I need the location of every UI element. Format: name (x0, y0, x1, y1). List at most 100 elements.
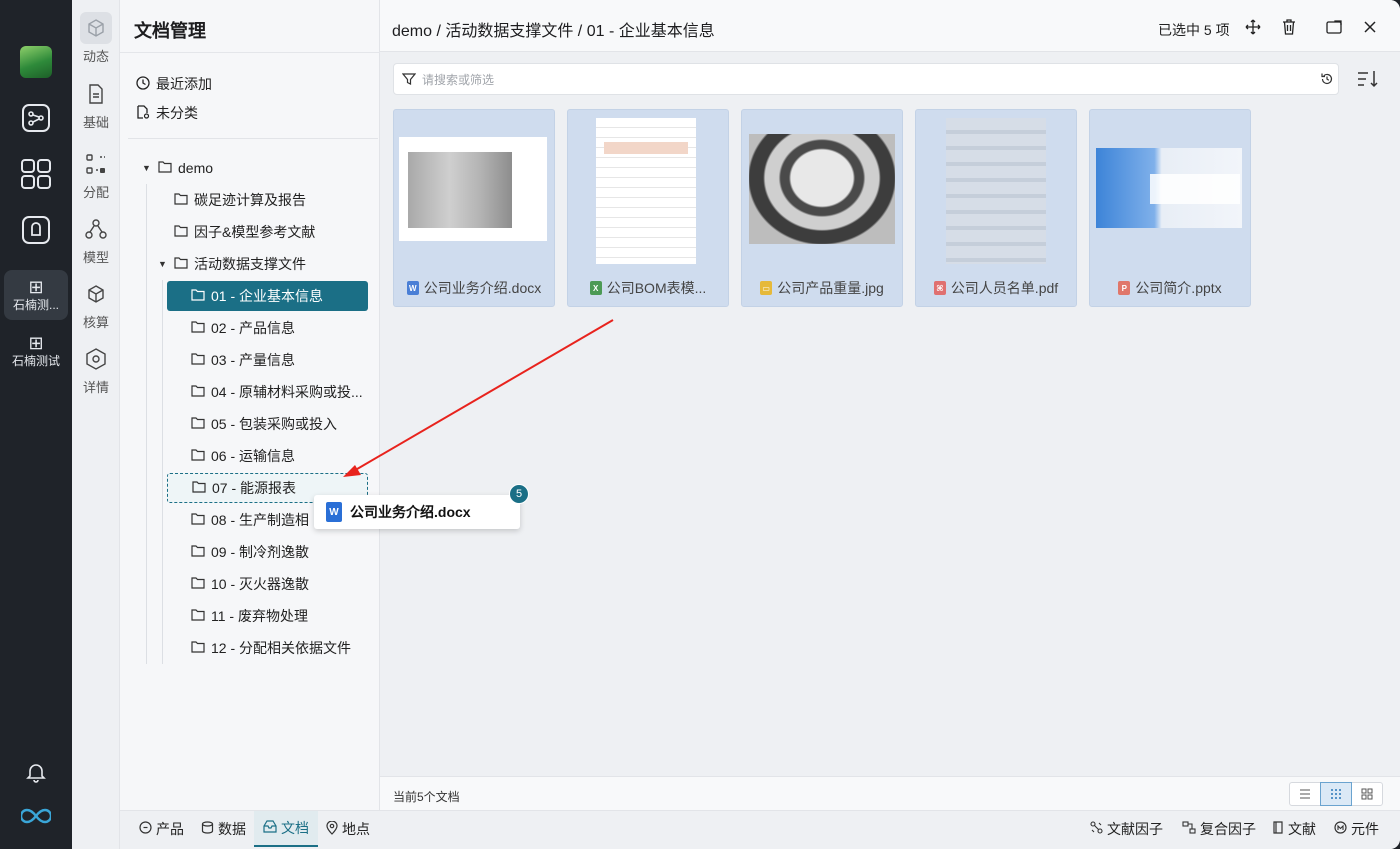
tree-node-09[interactable]: 09 - 制冷剂逸散 (191, 537, 309, 567)
nav-allocate[interactable]: 分配 (72, 148, 120, 204)
nav-basic[interactable]: 基础 (72, 78, 120, 134)
tab-documents[interactable]: 文档 (254, 811, 318, 847)
tree-node-label: 12 - 分配相关依据文件 (211, 640, 352, 656)
folder-icon (174, 224, 188, 240)
list-view-icon (1300, 789, 1311, 799)
grid-large-view-button[interactable] (1351, 783, 1382, 805)
tab-product[interactable]: 产品 (139, 811, 184, 847)
tab-data[interactable]: 数据 (201, 811, 246, 847)
bottom-tab-bar: 产品 数据 文档 地点 文献因子 复合因子 文献 元件 (120, 810, 1400, 849)
tree-node-label: 07 - 能源报表 (212, 480, 297, 496)
folder-icon (174, 256, 188, 272)
open-external-button[interactable] (1323, 16, 1345, 38)
tree-node-10[interactable]: 10 - 灭火器逸散 (191, 569, 309, 599)
tree-node-02[interactable]: 02 - 产品信息 (191, 313, 295, 343)
tree-node-carbon-report[interactable]: 碳足迹计算及报告 (174, 185, 306, 215)
trash-icon (1283, 19, 1295, 35)
file-icon (80, 78, 112, 110)
tree-node-11[interactable]: 11 - 废弃物处理 (191, 601, 308, 631)
bell-icon[interactable] (18, 754, 54, 790)
delete-button[interactable] (1278, 16, 1300, 38)
tab-literature[interactable]: 文献 (1272, 811, 1316, 847)
tab-label: 数据 (218, 821, 246, 837)
tree-node-06[interactable]: 06 - 运输信息 (191, 441, 295, 471)
uncategorized-link[interactable]: 未分类 (136, 103, 198, 123)
product-icon (139, 821, 152, 837)
tree-node-label: 02 - 产品信息 (211, 320, 296, 336)
tree-node-label: 碳足迹计算及报告 (194, 192, 306, 208)
tab-label: 元件 (1351, 821, 1379, 837)
tab-literature-factor[interactable]: 文献因子 (1090, 811, 1163, 847)
nav-dynamic[interactable]: 动态 (72, 12, 120, 68)
rail-app-1[interactable]: ⊞ 石楠测... (4, 270, 68, 320)
folder-icon (191, 384, 205, 400)
close-panel-button[interactable] (1359, 16, 1381, 38)
tab-composite-factor[interactable]: 复合因子 (1182, 811, 1256, 847)
tree-node-05[interactable]: 05 - 包装采购或投入 (191, 409, 337, 439)
search-box[interactable] (393, 63, 1339, 95)
recent-added-link[interactable]: 最近添加 (136, 74, 212, 94)
folder-icon (191, 544, 205, 560)
file-card-pptx[interactable]: P 公司简介.pptx (1089, 109, 1251, 307)
tab-label: 地点 (342, 821, 370, 837)
word-file-icon: W (326, 502, 342, 522)
tree-node-04[interactable]: 04 - 原辅材料采购或投... (191, 377, 363, 407)
list-view-button[interactable] (1290, 783, 1321, 805)
nav-label: 分配 (82, 185, 109, 200)
file-card-xlsx[interactable]: X 公司BOM表模... (567, 109, 729, 307)
file-card-pdf[interactable]: ⌘ 公司人员名单.pdf (915, 109, 1077, 307)
tab-label: 产品 (156, 821, 184, 837)
caret-down-icon[interactable]: ▼ (142, 163, 152, 173)
nav-label: 详情 (82, 380, 109, 395)
tree-node-factor-references[interactable]: 因子&模型参考文献 (174, 217, 315, 247)
nav-accounting[interactable]: 核算 (72, 278, 120, 334)
data-icon (201, 821, 214, 837)
ppt-file-icon: P (1118, 281, 1131, 295)
drag-preview: W 公司业务介绍.docx (314, 495, 520, 529)
tree-node-12[interactable]: 12 - 分配相关依据文件 (191, 633, 351, 663)
history-icon[interactable] (1320, 72, 1334, 91)
tree-node-demo[interactable]: ▼ demo (142, 153, 213, 183)
flow-icon[interactable] (18, 100, 54, 136)
file-name-text: 公司产品重量.jpg (777, 280, 884, 296)
tree-node-label: 10 - 灭火器逸散 (211, 576, 310, 592)
folder-icon (191, 576, 205, 592)
tree-node-08[interactable]: 08 - 生产制造相 (191, 505, 309, 535)
nav-model[interactable]: 模型 (72, 213, 120, 269)
tree-node-01-selected[interactable]: 01 - 企业基本信息 (167, 281, 368, 311)
search-input[interactable] (422, 70, 1282, 90)
tree-node-03[interactable]: 03 - 产量信息 (191, 345, 295, 375)
clock-icon (136, 75, 150, 93)
tree-node-label: 因子&模型参考文献 (194, 224, 316, 240)
nav-label: 核算 (82, 315, 109, 330)
file-name-text: 公司简介.pptx (1135, 280, 1222, 296)
lock-icon[interactable] (18, 212, 54, 248)
nav-label: 模型 (82, 250, 109, 265)
tree-node-activity-data[interactable]: ▼ 活动数据支撑文件 (158, 249, 306, 279)
file-thumbnail (1090, 110, 1250, 270)
infinity-logo-icon[interactable] (18, 798, 54, 834)
nav-details[interactable]: 详情 (72, 343, 120, 399)
composite-factor-icon (1182, 821, 1196, 837)
component-icon (1334, 821, 1347, 837)
tree-node-label: 活动数据支撑文件 (194, 256, 306, 272)
tree-guide (146, 184, 147, 664)
file-card-docx[interactable]: W 公司业务介绍.docx (393, 109, 555, 307)
tab-component[interactable]: 元件 (1334, 811, 1379, 847)
file-thumbnail (568, 110, 728, 270)
tab-location[interactable]: 地点 (326, 811, 370, 847)
folder-icon (158, 160, 172, 176)
grid-small-view-button[interactable] (1319, 782, 1353, 806)
caret-down-icon[interactable]: ▼ (158, 259, 168, 269)
sort-button[interactable] (1357, 69, 1379, 91)
move-button[interactable] (1242, 16, 1264, 38)
user-avatar[interactable] (18, 44, 54, 80)
grid-icon: ⊞ (28, 332, 44, 353)
literature-factor-icon (1090, 821, 1103, 837)
large-grid-icon (1361, 788, 1373, 800)
status-bar: 当前5个文档 (380, 776, 1400, 810)
apps-grid-icon[interactable] (18, 156, 54, 192)
rail-app-2[interactable]: ⊞ 石楠测试 (4, 326, 68, 376)
file-card-jpg[interactable]: ▭ 公司产品重量.jpg (741, 109, 903, 307)
file-name-text: 公司业务介绍.docx (423, 280, 542, 296)
